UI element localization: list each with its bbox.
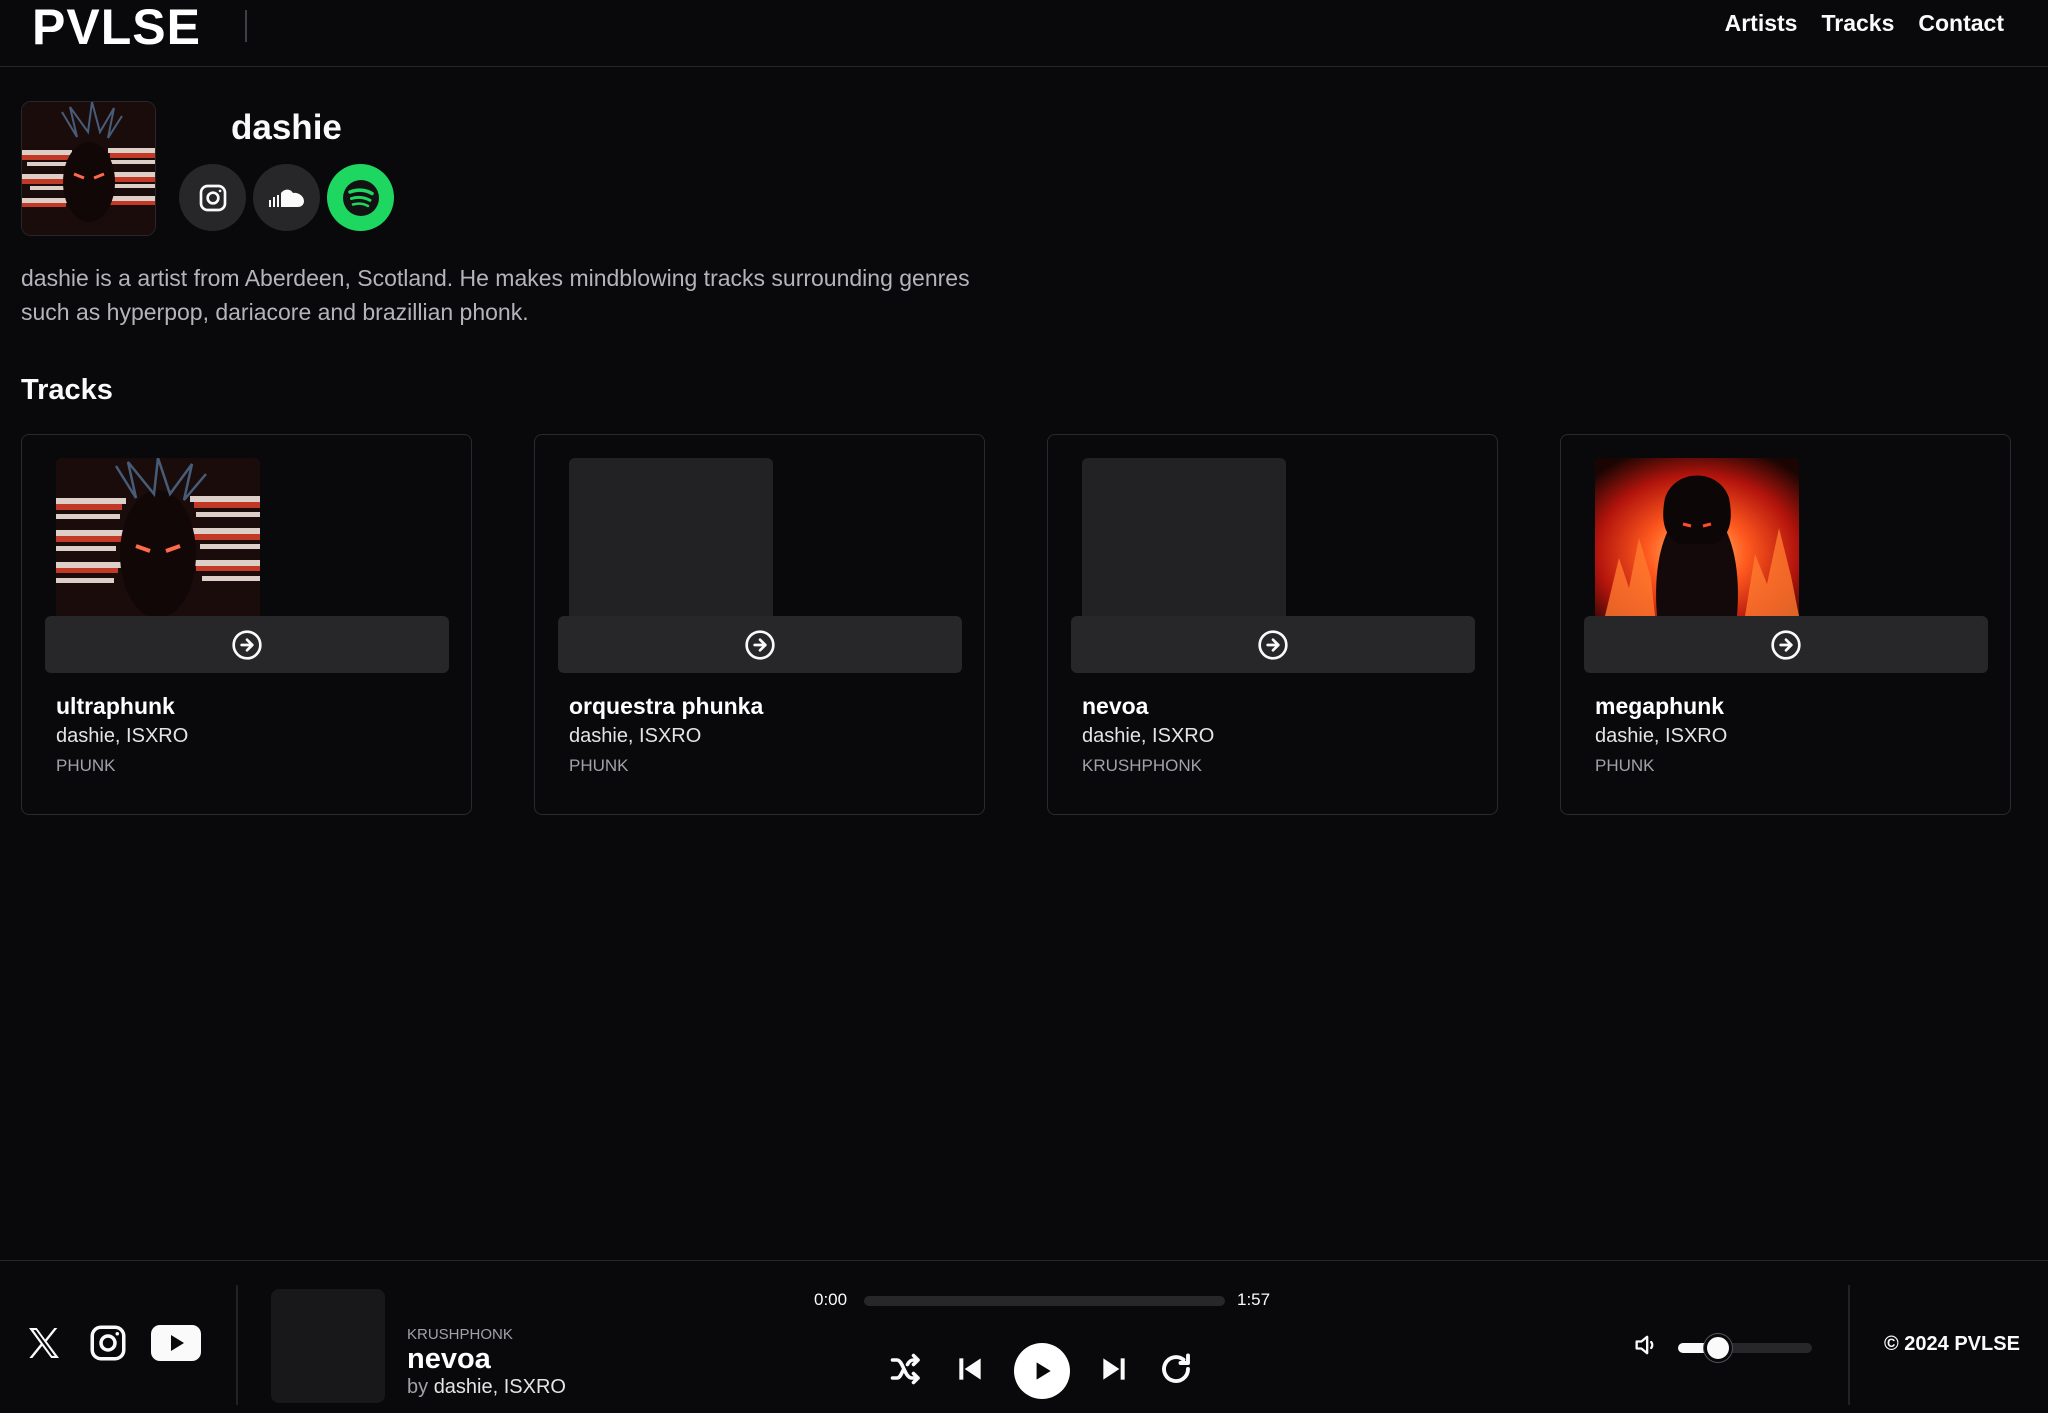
now-playing-genre: KRUSHPHONK <box>407 1326 513 1343</box>
artist-avatar <box>21 101 156 236</box>
track-cover-placeholder <box>1082 458 1286 616</box>
youtube-icon <box>151 1325 201 1361</box>
track-card[interactable]: orquestra phunka dashie, ISXRO PHUNK <box>534 434 985 815</box>
track-play-button[interactable] <box>1584 616 1988 673</box>
track-play-button[interactable] <box>45 616 449 673</box>
volume-handle[interactable] <box>1704 1334 1733 1362</box>
track-genre: PHUNK <box>569 756 629 775</box>
site-logo[interactable]: PVLSE <box>32 0 201 54</box>
track-card[interactable]: megaphunk dashie, ISXRO PHUNK <box>1560 434 2011 815</box>
now-playing-artist-names: dashie, ISXRO <box>433 1376 566 1398</box>
instagram-link[interactable] <box>179 164 246 231</box>
arrow-right-circle-icon <box>1771 629 1801 660</box>
site-header: PVLSE Artists Tracks Contact <box>0 0 2048 67</box>
next-button[interactable] <box>1094 1349 1134 1389</box>
instagram-footer-link[interactable] <box>86 1321 130 1365</box>
spotify-icon <box>342 179 379 216</box>
track-genre: KRUSHPHONK <box>1082 756 1202 775</box>
now-playing-artists: by dashie, ISXRO <box>407 1376 566 1399</box>
nav-link-tracks[interactable]: Tracks <box>1821 10 1894 37</box>
track-artists: dashie, ISXRO <box>56 725 189 747</box>
spotify-link[interactable] <box>327 164 394 231</box>
play-icon <box>1036 1362 1051 1380</box>
skip-forward-icon <box>1103 1358 1125 1380</box>
track-title[interactable]: megaphunk <box>1595 693 1724 720</box>
skip-back-icon <box>959 1358 981 1380</box>
track-title[interactable]: nevoa <box>1082 693 1148 720</box>
arrow-right-circle-icon <box>1258 629 1288 660</box>
now-playing-title: nevoa <box>407 1343 491 1375</box>
artist-socials <box>179 164 394 231</box>
duration-time: 1:57 <box>1237 1290 1271 1309</box>
track-title[interactable]: ultraphunk <box>56 693 175 720</box>
main-nav: Artists Tracks Contact <box>1725 10 2004 37</box>
progress-bar[interactable] <box>864 1296 1225 1306</box>
x-link[interactable] <box>22 1321 66 1365</box>
instagram-icon <box>199 184 226 211</box>
current-time: 0:00 <box>814 1290 848 1309</box>
arrow-right-circle-icon <box>232 629 262 660</box>
nav-link-contact[interactable]: Contact <box>1918 10 2004 37</box>
track-cover <box>1595 458 1799 616</box>
soundcloud-icon <box>268 189 304 207</box>
track-cover <box>56 458 260 616</box>
repeat-button[interactable] <box>1156 1349 1196 1389</box>
track-title[interactable]: orquestra phunka <box>569 693 763 720</box>
repeat-icon <box>1162 1353 1190 1383</box>
volume-icon <box>1635 1335 1654 1355</box>
track-play-button[interactable] <box>1071 616 1475 673</box>
track-card[interactable]: ultraphunk dashie, ISXRO PHUNK <box>21 434 472 815</box>
youtube-link[interactable] <box>150 1321 202 1365</box>
previous-button[interactable] <box>950 1349 990 1389</box>
now-playing-cover <box>271 1289 385 1403</box>
arrow-right-circle-icon <box>745 629 775 660</box>
play-button[interactable] <box>1014 1343 1070 1399</box>
player-divider <box>236 1285 238 1405</box>
nav-link-artists[interactable]: Artists <box>1725 10 1798 37</box>
volume-button[interactable] <box>1628 1327 1664 1363</box>
artist-name: dashie <box>231 108 342 147</box>
track-card[interactable]: nevoa dashie, ISXRO KRUSHPHONK <box>1047 434 1498 815</box>
x-icon <box>29 1328 59 1358</box>
tracks-heading: Tracks <box>21 374 113 406</box>
now-playing-by-label: by <box>407 1376 429 1398</box>
track-artists: dashie, ISXRO <box>1595 725 1728 747</box>
logo-divider <box>245 10 247 42</box>
shuffle-button[interactable] <box>886 1349 926 1389</box>
player-divider <box>1848 1285 1850 1405</box>
instagram-icon <box>90 1325 126 1361</box>
copyright-text: © 2024 PVLSE <box>1884 1333 2020 1355</box>
artist-bio: dashie is a artist from Aberdeen, Scotla… <box>21 265 970 325</box>
track-cover-placeholder <box>569 458 773 616</box>
volume-slider[interactable] <box>1678 1334 1812 1362</box>
track-genre: PHUNK <box>56 756 116 775</box>
track-genre: PHUNK <box>1595 756 1655 775</box>
track-artists: dashie, ISXRO <box>569 725 702 747</box>
shuffle-icon <box>890 1353 920 1385</box>
track-play-button[interactable] <box>558 616 962 673</box>
track-artists: dashie, ISXRO <box>1082 725 1215 747</box>
music-player: KRUSHPHONK nevoa by dashie, ISXRO 0:00 1… <box>0 1260 2048 1413</box>
soundcloud-link[interactable] <box>253 164 320 231</box>
